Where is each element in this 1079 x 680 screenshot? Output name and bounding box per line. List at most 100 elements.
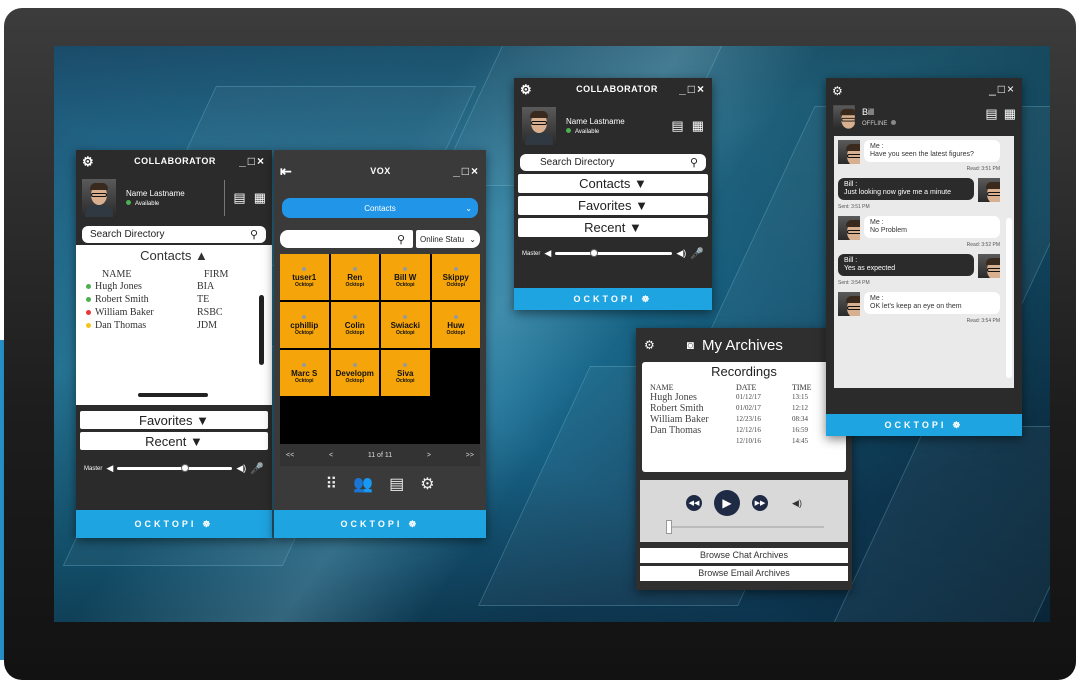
pager-last[interactable]: >> (466, 452, 474, 459)
sender-avatar (978, 254, 1000, 278)
forward-icon[interactable]: ▶▶ (752, 495, 769, 511)
octopus-logo-icon: ☸ (202, 518, 214, 529)
user-tile[interactable]: Developm Ocktopi (330, 350, 379, 396)
presence-dot (403, 362, 408, 367)
pager-next[interactable]: > (427, 452, 431, 459)
titlebar[interactable]: ⚙ COLLABORATOR _□× (514, 78, 712, 100)
recording-row[interactable]: 12/10/16 14:45 (650, 436, 838, 447)
titlebar[interactable]: ⇤ VOX _□× (274, 150, 486, 192)
recording-cell: 12/10/16 (736, 437, 761, 445)
dialpad-icon[interactable]: ▦ (692, 118, 704, 134)
user-tile[interactable]: cphillip Ocktopi (280, 302, 329, 348)
dialpad-icon[interactable]: ⠿ (325, 474, 337, 494)
chat-scrollbar[interactable] (1006, 218, 1012, 378)
vertical-scrollbar[interactable] (259, 295, 264, 365)
search-icon[interactable]: ⚲ (397, 233, 405, 246)
gear-icon[interactable]: ⚙ (832, 84, 843, 98)
vox-window: ⇤ VOX _□× Contacts ⌄ ⚲ Online Statu ⌄ tus… (274, 150, 486, 538)
user-tile[interactable]: Ren Ocktopi (330, 254, 379, 300)
pager-prev[interactable]: < (329, 452, 333, 459)
search-icon[interactable]: ⚲ (250, 228, 258, 241)
contact-row[interactable]: Dan Thomas JDM (76, 319, 272, 332)
titlebar[interactable]: ⚙ ◙ My Archives (636, 328, 852, 362)
message-text: No Problem (870, 227, 907, 234)
recording-cell: 01/12/17 (736, 393, 761, 401)
dialpad-icon[interactable]: ▦ (254, 190, 266, 206)
dropdown-label: Contacts (364, 203, 396, 213)
master-volume[interactable]: Master ◀ ◀) 🎤 (514, 247, 712, 260)
chat-icon[interactable]: ▤ (233, 190, 245, 206)
window-controls[interactable]: _□× (453, 164, 480, 178)
contacts-dropdown[interactable]: Contacts ⌄ (282, 198, 478, 218)
browse-email-button[interactable]: Browse Email Archives (640, 566, 848, 581)
user-tile[interactable]: Siva Ocktopi (381, 350, 430, 396)
search-input[interactable]: Search Directory ⚲ (520, 154, 706, 171)
recording-row[interactable]: William Baker 12/23/16 08:34 (650, 414, 838, 425)
chat-window: ⚙ Bill OFFLINE _□× ▤ ▦ Me : Have you seen … (826, 78, 1022, 436)
master-volume[interactable]: Master ◀ ◀) 🎤 (76, 462, 272, 475)
search-input[interactable]: Search Directory ⚲ (82, 226, 266, 243)
gear-icon[interactable]: ⚙ (644, 338, 655, 352)
gear-icon[interactable]: ⚙ (520, 83, 532, 96)
browse-chat-button[interactable]: Browse Chat Archives (640, 548, 848, 563)
recording-row[interactable]: Robert Smith 01/02/17 12:12 (650, 403, 838, 414)
search-icon[interactable]: ⚲ (690, 156, 698, 169)
window-controls[interactable]: _□× (679, 82, 706, 96)
chat-icon[interactable]: ▤ (389, 474, 404, 494)
contacts-header[interactable]: Contacts ▲ (76, 245, 272, 263)
favorites-header[interactable]: Favorites ▼ (80, 411, 268, 429)
vox-search-input[interactable]: ⚲ (280, 230, 413, 248)
brand-name: OCKTOPI (884, 420, 947, 430)
recent-header[interactable]: Recent ▼ (518, 218, 708, 237)
presence-dot (302, 314, 307, 319)
contacts-header[interactable]: Contacts ▼ (518, 174, 708, 193)
user-tile[interactable]: Colin Ocktopi (330, 302, 379, 348)
playback-slider[interactable] (666, 520, 824, 534)
recording-cell: 01/02/17 (736, 404, 761, 412)
user-tile[interactable]: Bill W Ocktopi (381, 254, 430, 300)
chat-icon[interactable]: ▤ (671, 118, 683, 134)
window-controls[interactable]: _□× (985, 82, 1016, 96)
horizontal-scrollbar[interactable] (138, 393, 208, 397)
status-filter-label: Online Statu (420, 234, 465, 244)
recording-row[interactable]: Hugh Jones 01/12/17 13:15 (650, 392, 838, 403)
contact-row[interactable]: Robert Smith TE (76, 293, 272, 306)
contact-firm: TE (197, 294, 210, 305)
microphone-icon[interactable]: 🎤 (690, 247, 704, 260)
volume-slider[interactable] (117, 464, 233, 472)
dialpad-icon[interactable]: ▦ (1004, 106, 1016, 122)
group-icon[interactable]: 👥 (353, 474, 373, 494)
user-tile[interactable]: Marc S Ocktopi (280, 350, 329, 396)
user-tile[interactable]: Huw Ocktopi (431, 302, 480, 348)
sender-avatar (838, 140, 860, 164)
microphone-icon[interactable]: 🎤 (250, 462, 264, 475)
user-status: Available (575, 129, 600, 135)
message-bubble: Me : No Problem (864, 216, 1000, 238)
status-filter-select[interactable]: Online Statu ⌄ (416, 230, 480, 248)
back-arrow-icon[interactable]: ⇤ (280, 163, 292, 180)
titlebar[interactable]: ⚙ COLLABORATOR _□× (76, 150, 272, 172)
gear-icon[interactable]: ⚙ (420, 474, 434, 494)
tile-org: Ocktopi (294, 329, 314, 336)
chevron-down-icon: ⌄ (465, 203, 472, 213)
contact-row[interactable]: William Baker RSBC (76, 306, 272, 319)
pager-first[interactable]: << (286, 452, 294, 459)
contact-row[interactable]: Hugh Jones BIA (76, 280, 272, 293)
gear-icon[interactable]: ⚙ (82, 155, 94, 168)
chat-icon[interactable]: ▤ (985, 106, 997, 122)
volume-icon[interactable]: ◀) (792, 498, 802, 509)
window-controls[interactable]: _□× (239, 154, 266, 168)
rewind-icon[interactable]: ◀◀ (686, 495, 703, 511)
user-tile[interactable]: tuser1 Ocktopi (280, 254, 329, 300)
tile-name: Siva (397, 368, 414, 378)
recording-row[interactable]: Dan Thomas 12/12/16 16:59 (650, 425, 838, 436)
favorites-header[interactable]: Favorites ▼ (518, 196, 708, 215)
volume-slider[interactable] (555, 249, 673, 257)
recording-cell: William Baker (650, 414, 709, 425)
user-tile[interactable]: Swiacki Ocktopi (381, 302, 430, 348)
recent-header[interactable]: Recent ▼ (80, 432, 268, 450)
contact-name: Robert Smith (95, 294, 149, 305)
user-tile[interactable]: Skippy Ocktopi (431, 254, 480, 300)
brand-name: OCKTOPI (134, 519, 197, 529)
play-icon[interactable]: ▶ (714, 490, 741, 516)
